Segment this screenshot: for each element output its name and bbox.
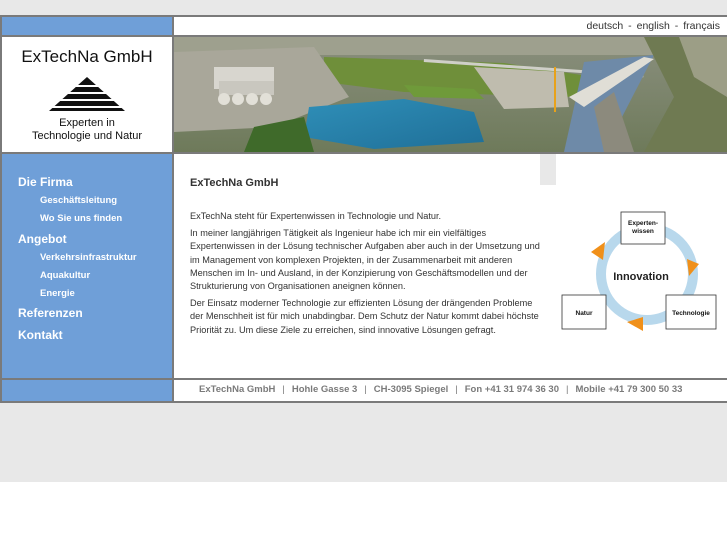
nav-die-firma[interactable]: Die Firma bbox=[18, 175, 73, 189]
lang-bar-left bbox=[0, 17, 173, 36]
grid-line-3 bbox=[0, 152, 727, 154]
logo-subtitle: Experten in Technologie und Natur bbox=[2, 117, 172, 143]
lang-francais[interactable]: français bbox=[682, 20, 721, 32]
sidebar-nav: Die Firma Geschäftsleitung Wo Sie uns fi… bbox=[2, 154, 172, 378]
innovation-cycle-diagram: Experten- wissen Natur Technologie Innov… bbox=[557, 202, 727, 339]
footer-mobile: Mobile +41 79 300 50 33 bbox=[575, 384, 683, 395]
page-title: ExTechNa GmbH bbox=[190, 177, 279, 189]
footer: ExTechNa GmbH | Hohle Gasse 3 | CH-3095 Spie… bbox=[174, 380, 727, 401]
grid-line-2 bbox=[0, 35, 727, 37]
hero-aerial-photo bbox=[174, 37, 727, 152]
diagram-natur: Natur bbox=[576, 310, 593, 317]
pyramid-logo-icon bbox=[49, 77, 125, 111]
lang-english[interactable]: english bbox=[636, 20, 671, 32]
nav-wo-sie-uns-finden[interactable]: Wo Sie uns finden bbox=[40, 213, 122, 224]
diagram-top-line2: wissen bbox=[631, 228, 654, 235]
nav-angebot[interactable]: Angebot bbox=[18, 232, 67, 246]
intro-text: ExTechNa steht für Expertenwissen in Tec… bbox=[190, 210, 540, 341]
paragraph-2: In meiner langjährigen Tätigkeit als Ing… bbox=[190, 228, 540, 292]
diagram-technologie: Technologie bbox=[672, 310, 710, 317]
grid-line-vertical bbox=[172, 15, 174, 402]
grid-line-4 bbox=[0, 378, 727, 380]
paragraph-1: ExTechNa steht für Expertenwissen in Tec… bbox=[190, 211, 442, 221]
footer-phone: Fon +41 31 974 36 30 bbox=[464, 384, 559, 395]
logo-title: ExTechNa GmbH bbox=[21, 47, 153, 66]
grid-line-left bbox=[0, 15, 2, 402]
logo[interactable]: ExTechNa GmbH Experten in Technologie un… bbox=[2, 37, 172, 152]
grid-line-bottom bbox=[0, 401, 727, 403]
nav-verkehrsinfrastruktur[interactable]: Verkehrsinfrastruktur bbox=[40, 252, 137, 263]
content-gap bbox=[540, 154, 556, 185]
nav-kontakt[interactable]: Kontakt bbox=[18, 328, 63, 342]
footer-company: ExTechNa GmbH bbox=[199, 384, 276, 395]
diagram-top-line1: Experten- bbox=[628, 220, 658, 227]
nav-aquakultur[interactable]: Aquakultur bbox=[40, 270, 90, 281]
nav-energie[interactable]: Energie bbox=[40, 288, 75, 299]
lang-deutsch[interactable]: deutsch bbox=[585, 20, 624, 32]
logo-subtitle-line1: Experten in bbox=[59, 117, 115, 129]
main-content: ExTechNa GmbH ExTechNa steht für Experte… bbox=[174, 154, 727, 378]
diagram-innovation: Innovation bbox=[613, 271, 669, 283]
nav-referenzen[interactable]: Referenzen bbox=[18, 306, 83, 320]
footer-city: CH-3095 Spiegel bbox=[373, 384, 449, 395]
language-bar: deutsch - english - français bbox=[174, 17, 727, 36]
paragraph-3: Der Einsatz moderner Technologie zur eff… bbox=[190, 298, 539, 335]
grid-line-top bbox=[0, 15, 727, 17]
footer-left bbox=[2, 380, 172, 401]
nav-geschaeftsleitung[interactable]: Geschäftsleitung bbox=[40, 195, 117, 206]
footer-street: Hohle Gasse 3 bbox=[291, 384, 358, 395]
logo-subtitle-line2: Technologie und Natur bbox=[31, 130, 143, 142]
